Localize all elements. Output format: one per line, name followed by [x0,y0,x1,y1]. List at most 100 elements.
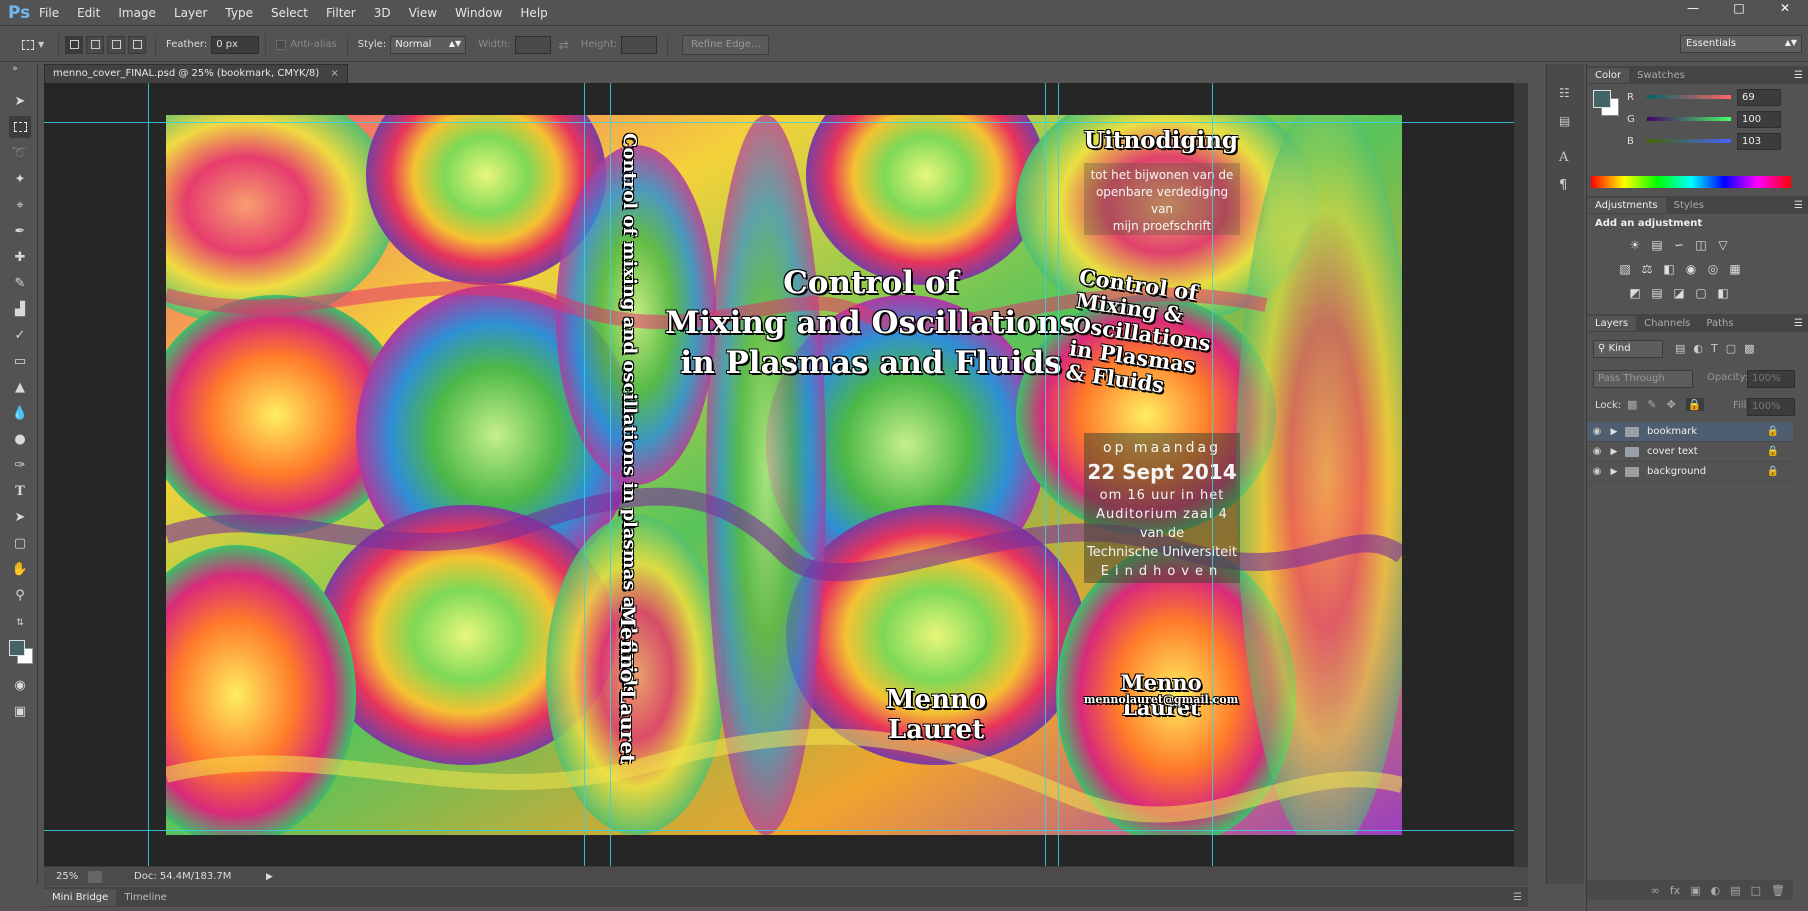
expand-arrow-icon[interactable]: ▶ [1607,467,1621,477]
path-selection-tool-icon[interactable]: ➤ [9,506,31,528]
hue-saturation-icon[interactable]: ▧ [1617,262,1633,276]
status-info-icon[interactable] [88,870,102,883]
smart-object-filter-icon[interactable]: ▩ [1744,342,1754,355]
visibility-eye-icon[interactable]: ◉ [1587,426,1607,437]
add-selection-icon[interactable] [86,35,104,54]
foreground-color-swatch[interactable] [1593,90,1611,108]
color-balance-icon[interactable]: ⚖ [1639,262,1655,276]
blue-slider[interactable]: B 103 [1627,132,1797,150]
marquee-preset-icon[interactable]: ▼ [22,34,52,56]
menu-type[interactable]: Type [216,0,262,26]
menu-file[interactable]: File [30,0,68,26]
menu-filter[interactable]: Filter [317,0,365,26]
swap-icon[interactable]: ⇄ [559,38,569,52]
layer-filter-select[interactable]: ⚲ Kind [1593,340,1663,358]
curves-icon[interactable]: ∽ [1671,238,1687,252]
new-layer-icon[interactable]: □ [1751,884,1761,897]
invert-icon[interactable]: ◩ [1627,286,1643,300]
tab-mini-bridge[interactable]: Mini Bridge [44,888,117,906]
antialias-checkbox[interactable] [276,39,287,50]
tab-adjustments[interactable]: Adjustments [1587,197,1666,213]
selective-color-icon[interactable]: ◧ [1715,286,1731,300]
brush-tool-icon[interactable]: ✎ [9,272,31,294]
document-tab[interactable]: menno_cover_FINAL.psd @ 25% (bookmark, C… [44,64,348,83]
maximize-icon[interactable]: □ [1716,0,1762,16]
blue-track[interactable] [1647,139,1731,143]
menu-edit[interactable]: Edit [68,0,109,26]
shape-filter-icon[interactable]: ▢ [1726,342,1736,355]
menu-image[interactable]: Image [109,0,165,26]
tab-paths[interactable]: Paths [1698,316,1741,331]
blue-value[interactable]: 103 [1737,132,1781,150]
dodge-tool-icon[interactable]: ● [9,428,31,450]
pen-tool-icon[interactable]: ✑ [9,454,31,476]
guide-line[interactable] [1212,83,1213,866]
canvas-area[interactable]: Control of mixing and oscillations in pl… [44,83,1528,866]
black-white-icon[interactable]: ◧ [1661,262,1677,276]
panel-menu-icon[interactable]: ☰ [1794,70,1803,81]
status-menu-arrow-icon[interactable]: ▶ [266,872,273,882]
threshold-icon[interactable]: ◪ [1671,286,1687,300]
color-lookup-icon[interactable]: ▦ [1727,262,1743,276]
crop-tool-icon[interactable]: ⌖ [9,194,31,216]
panel-menu-icon[interactable]: ☰ [1794,200,1803,211]
panel-menu-icon[interactable]: ☰ [1513,892,1522,903]
foreground-color-swatch[interactable] [9,640,25,656]
history-brush-tool-icon[interactable]: ✓ [9,324,31,346]
menu-view[interactable]: View [400,0,446,26]
exposure-icon[interactable]: ◫ [1693,238,1709,252]
eraser-tool-icon[interactable]: ▭ [9,350,31,372]
guide-line[interactable] [610,83,611,866]
lock-transparency-icon[interactable]: ▩ [1627,398,1637,411]
gradient-map-icon[interactable]: ▢ [1693,286,1709,300]
menu-window[interactable]: Window [446,0,511,26]
new-adjustment-icon[interactable]: ◐ [1711,884,1721,897]
layer-mask-icon[interactable]: ▣ [1690,884,1700,897]
collapse-toolbox-icon[interactable]: » [4,64,26,74]
feather-input[interactable]: 0 px [211,35,260,54]
layer-row-background[interactable]: ◉ ▶ background 🔒 [1587,462,1793,482]
rectangular-marquee-tool-icon[interactable] [9,116,31,138]
lock-all-icon[interactable]: 🔒 [1685,398,1704,411]
clone-stamp-tool-icon[interactable]: ▟ [9,298,31,320]
tab-layers[interactable]: Layers [1587,315,1637,331]
healing-brush-tool-icon[interactable]: ✚ [9,246,31,268]
blur-tool-icon[interactable]: 💧 [9,402,31,424]
magic-wand-tool-icon[interactable]: ✦ [9,168,31,190]
tab-swatches[interactable]: Swatches [1629,68,1693,83]
move-tool-icon[interactable]: ➤ [9,90,31,112]
pixel-filter-icon[interactable]: ▤ [1675,342,1685,355]
visibility-eye-icon[interactable]: ◉ [1587,466,1607,477]
character-panel-icon[interactable]: A [1559,150,1568,165]
close-icon[interactable]: ✕ [1762,0,1808,16]
menu-help[interactable]: Help [511,0,556,26]
guide-line[interactable] [44,122,1528,123]
workspace-select[interactable]: Essentials ▲▼ [1680,35,1802,53]
adjustment-filter-icon[interactable]: ◐ [1693,342,1703,355]
tab-channels[interactable]: Channels [1636,316,1698,331]
zoom-level[interactable]: 25% [44,871,88,882]
guide-line[interactable] [148,83,149,866]
paragraph-panel-icon[interactable]: ¶ [1559,178,1567,193]
guide-line[interactable] [584,83,585,866]
quick-mask-icon[interactable]: ◉ [9,674,31,696]
tab-timeline[interactable]: Timeline [116,889,175,906]
tab-color[interactable]: Color [1587,67,1630,83]
expand-arrow-icon[interactable]: ▶ [1607,447,1621,457]
green-slider[interactable]: G 100 [1627,110,1797,128]
panel-menu-icon[interactable]: ☰ [1794,318,1803,329]
green-track[interactable] [1647,117,1731,121]
minimize-icon[interactable]: — [1670,0,1716,16]
opacity-input[interactable]: 100% [1747,370,1795,388]
levels-icon[interactable]: ▤ [1649,238,1665,252]
visibility-eye-icon[interactable]: ◉ [1587,446,1607,457]
photo-filter-icon[interactable]: ◉ [1683,262,1699,276]
paint-bucket-tool-icon[interactable]: ▲ [9,376,31,398]
properties-panel-icon[interactable]: ▤ [1559,114,1570,128]
close-icon[interactable]: × [330,68,338,79]
hand-tool-icon[interactable]: ✋ [9,558,31,580]
zoom-tool-icon[interactable]: ⚲ [9,584,31,606]
lock-pixels-icon[interactable]: ✎ [1647,398,1656,411]
menu-layer[interactable]: Layer [165,0,216,26]
vertical-scrollbar[interactable] [1514,83,1528,866]
